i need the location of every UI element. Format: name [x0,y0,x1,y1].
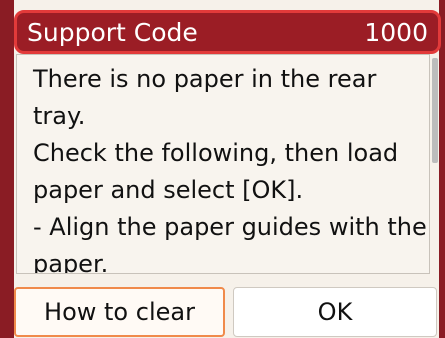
message-line: paper. [33,250,109,274]
message-line: - Align the paper guides with the [33,213,427,241]
support-code-label: Support Code [27,17,198,47]
message-line: paper and select [OK]. [33,176,304,204]
support-code-header: Support Code 1000 [14,10,441,54]
ok-button[interactable]: OK [233,287,437,337]
how-to-clear-button[interactable]: How to clear [14,287,225,337]
message-line: There is no paper in the rear [33,65,377,93]
message-scrollbar[interactable] [432,58,438,163]
button-area-divider [14,276,439,284]
right-frame-bar [439,0,445,338]
error-message: There is no paper in the rear tray. Chec… [16,54,430,274]
message-line: Check the following, then load [33,139,399,167]
support-code-value: 1000 [364,17,428,47]
printer-error-screen: Support Code 1000 There is no paper in t… [0,0,445,338]
left-frame-bar [0,0,14,338]
message-line: tray. [33,102,86,130]
